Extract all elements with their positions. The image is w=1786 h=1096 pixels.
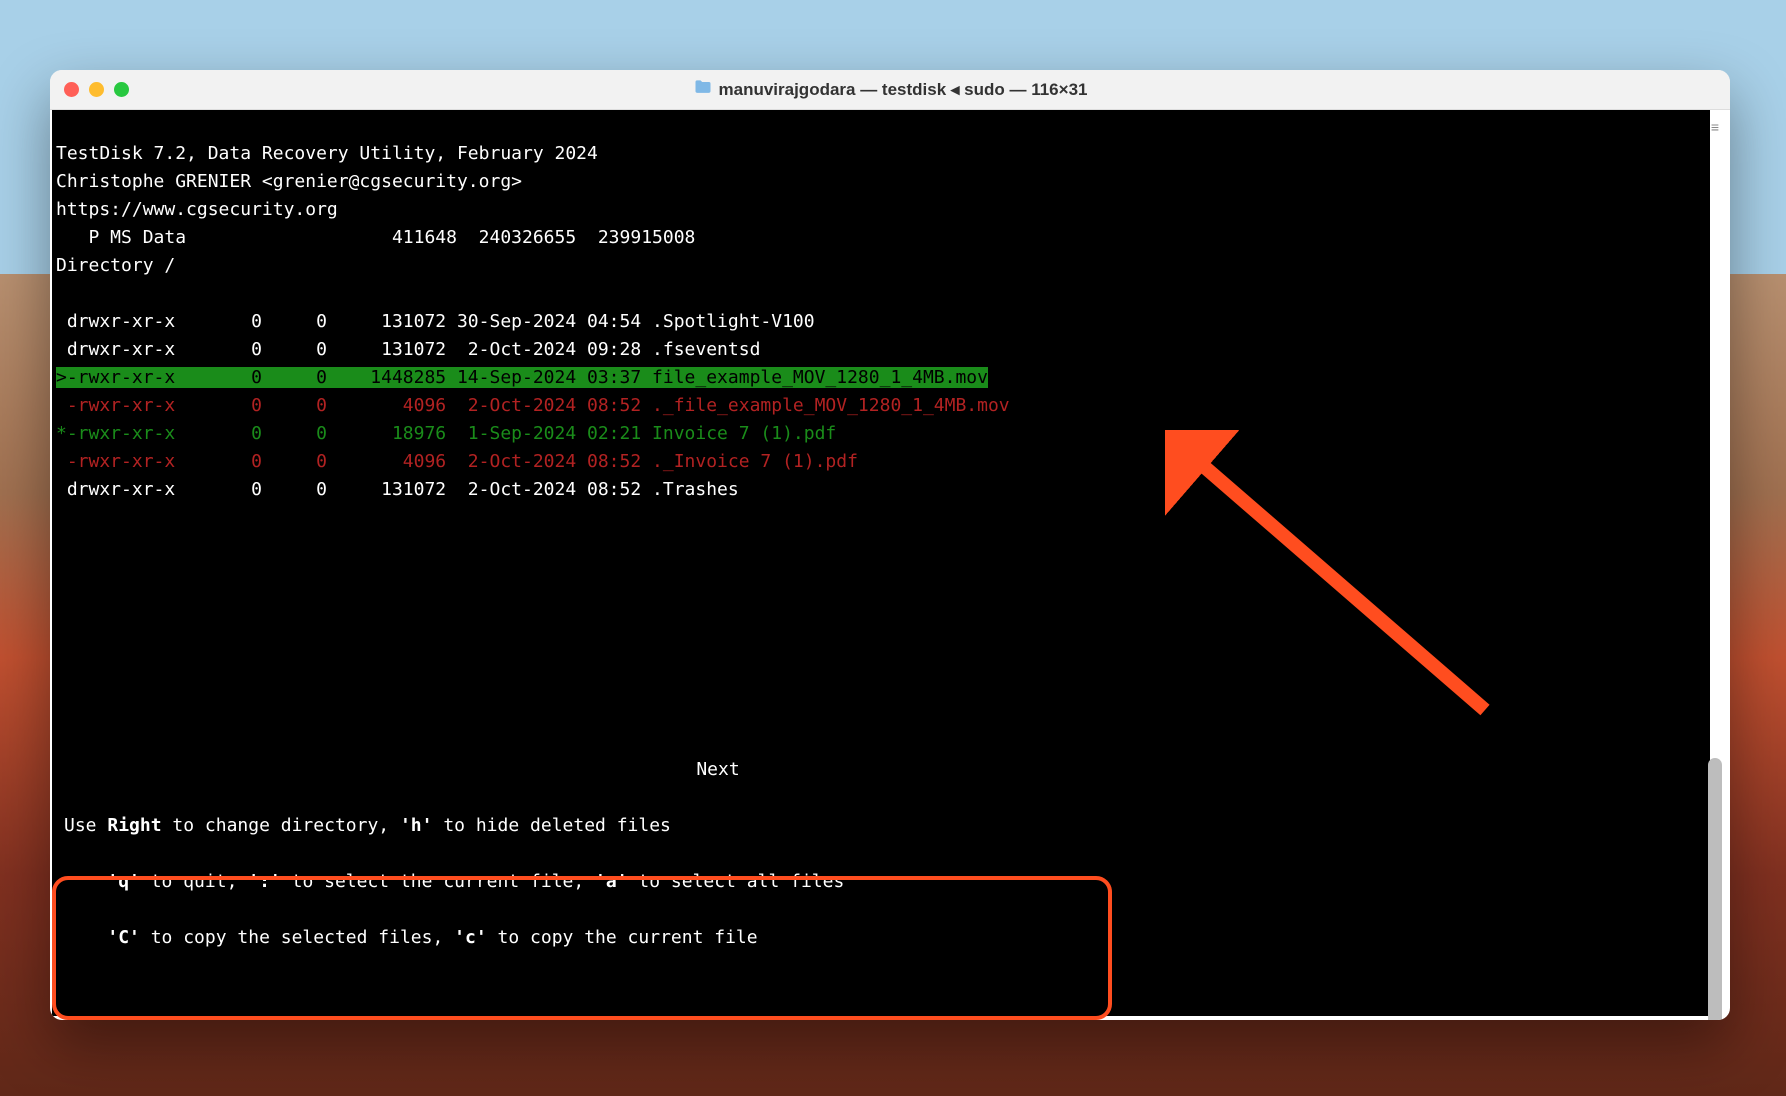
window-title: manuvirajgodara — testdisk ◂ sudo — 116×… xyxy=(719,80,1088,100)
t xyxy=(64,871,107,892)
header-author: Christophe GRENIER <grenier@cgsecurity.o… xyxy=(56,171,522,192)
terminal-window: manuvirajgodara — testdisk ◂ sudo — 116×… xyxy=(50,70,1730,1020)
instructions: Next Use Right to change directory, 'h' … xyxy=(54,720,1112,1014)
partition-line: P MS Data 411648 240326655 239915008 xyxy=(56,227,695,248)
key-h: 'h' xyxy=(400,815,433,836)
t: to select all files xyxy=(628,871,845,892)
key-q: 'q' xyxy=(107,871,140,892)
t: Use xyxy=(64,815,107,836)
t: to change directory, xyxy=(162,815,400,836)
terminal-body[interactable]: TestDisk 7.2, Data Recovery Utility, Feb… xyxy=(52,110,1710,1016)
header-program: TestDisk 7.2, Data Recovery Utility, Feb… xyxy=(56,143,598,164)
t xyxy=(64,927,107,948)
file-row[interactable]: drwxr-xr-x 0 0 131072 2-Oct-2024 09:28 .… xyxy=(56,339,760,360)
titlebar: manuvirajgodara — testdisk ◂ sudo — 116×… xyxy=(50,70,1730,110)
key-colon: ':' xyxy=(248,871,281,892)
key-cap-c: 'C' xyxy=(107,927,140,948)
t: to quit, xyxy=(140,871,248,892)
key-a: 'a' xyxy=(595,871,628,892)
window-controls xyxy=(64,82,129,97)
t: to select the current file, xyxy=(281,871,595,892)
file-row[interactable]: drwxr-xr-x 0 0 131072 30-Sep-2024 04:54 … xyxy=(56,311,815,332)
key-c: 'c' xyxy=(454,927,487,948)
file-row[interactable]: >-rwxr-xr-x 0 0 1448285 14-Sep-2024 03:3… xyxy=(56,367,988,388)
directory-line: Directory / xyxy=(56,255,175,276)
file-row[interactable]: -rwxr-xr-x 0 0 4096 2-Oct-2024 08:52 ._I… xyxy=(56,451,858,472)
header-url: https://www.cgsecurity.org xyxy=(56,199,338,220)
file-row[interactable]: -rwxr-xr-x 0 0 4096 2-Oct-2024 08:52 ._f… xyxy=(56,395,1010,416)
t: to hide deleted files xyxy=(432,815,670,836)
file-row[interactable]: drwxr-xr-x 0 0 131072 2-Oct-2024 08:52 .… xyxy=(56,479,739,500)
key-right: Right xyxy=(107,815,161,836)
minimize-button[interactable] xyxy=(89,82,104,97)
zoom-button[interactable] xyxy=(114,82,129,97)
scrollbar[interactable]: ≡ xyxy=(1706,118,1724,1012)
next-label: Next xyxy=(64,756,1102,784)
file-row[interactable]: *-rwxr-xr-x 0 0 18976 1-Sep-2024 02:21 I… xyxy=(56,423,836,444)
t: to copy the current file xyxy=(487,927,758,948)
folder-icon xyxy=(693,77,713,102)
scrollbar-thumb[interactable] xyxy=(1708,758,1722,1020)
close-button[interactable] xyxy=(64,82,79,97)
t: to copy the selected files, xyxy=(140,927,454,948)
